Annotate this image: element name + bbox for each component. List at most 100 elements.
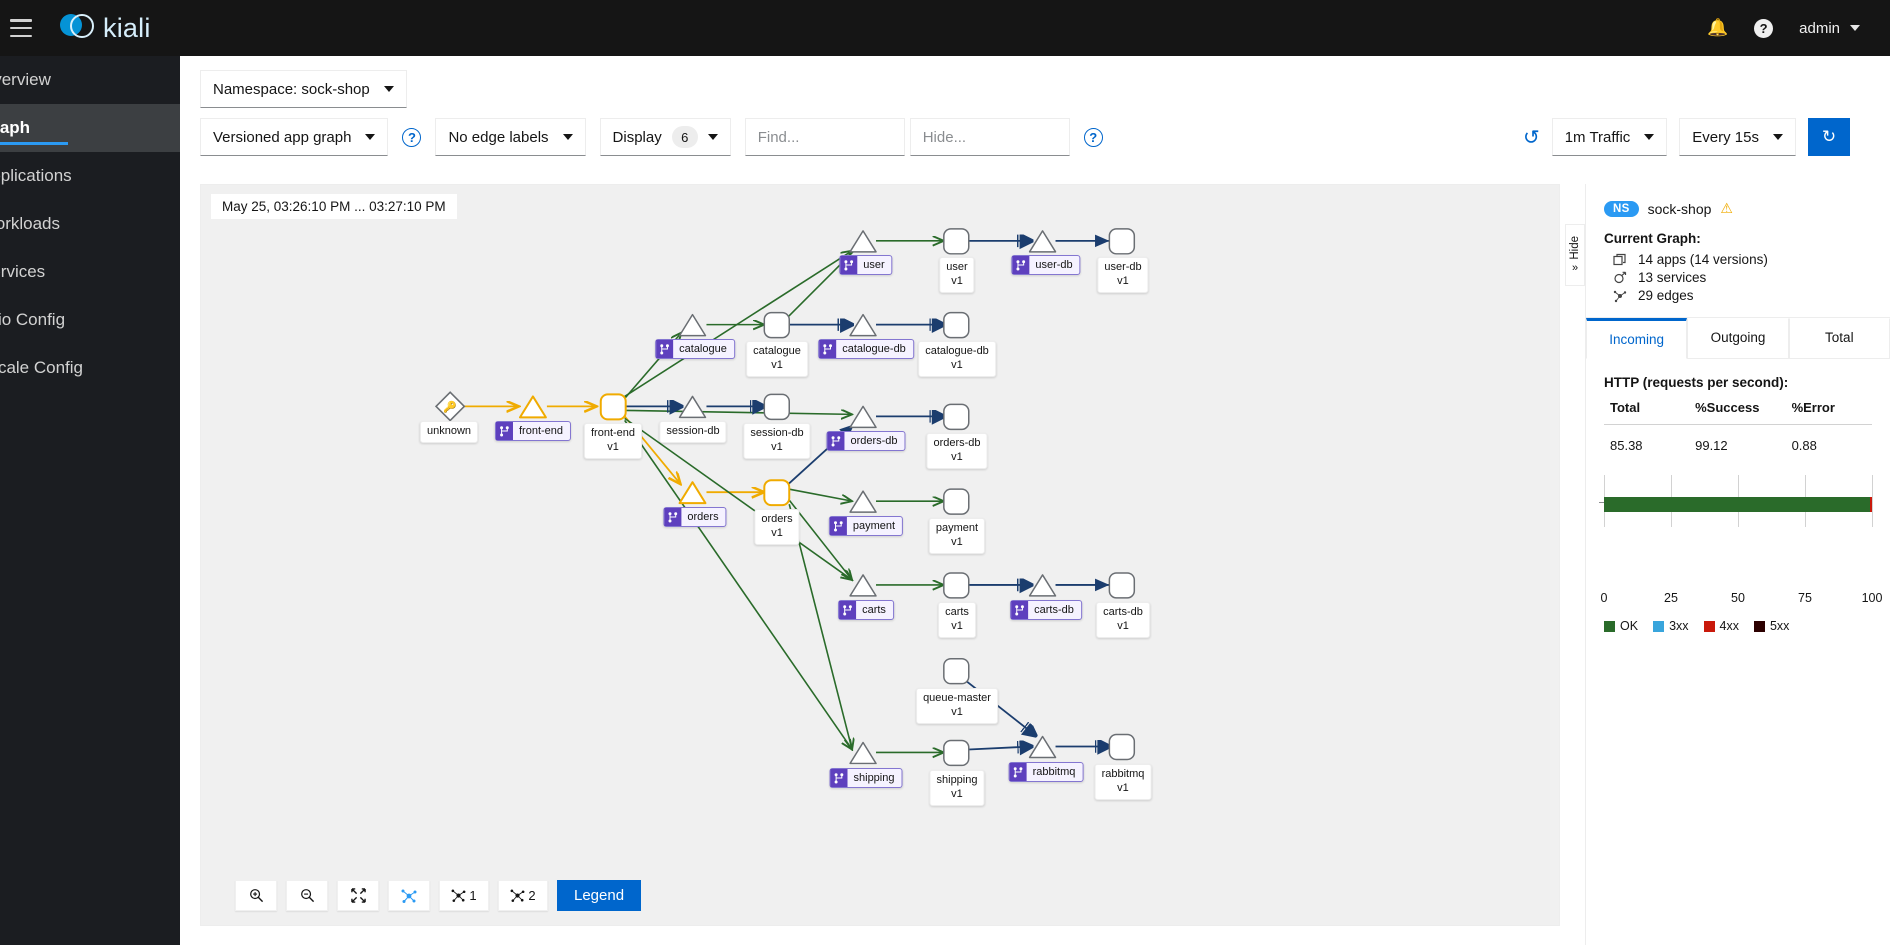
edges-icon <box>1612 289 1628 303</box>
node-label-session-db-service: session-db <box>659 421 727 443</box>
node-catalogue-v1[interactable] <box>763 311 790 339</box>
sidebar-item-applications[interactable]: Applications <box>0 152 180 200</box>
node-catalogue-db-v1[interactable] <box>943 311 970 339</box>
sidebar-navigation: Overview Graph Applications Workloads Se… <box>0 56 180 945</box>
graph-type-help-icon[interactable]: ? <box>402 127 422 147</box>
node-user-db-v1[interactable] <box>1108 228 1136 255</box>
edge-labels-label: No edge labels <box>448 128 549 146</box>
graph-timestamp: May 25, 03:26:10 PM ... 03:27:10 PM <box>211 194 457 219</box>
refresh-button[interactable]: ↻ <box>1808 118 1850 156</box>
node-label-shipping-v1: shipping v1 <box>929 770 985 806</box>
bell-icon[interactable]: 🔔 <box>1707 18 1728 38</box>
x-tick-label: 0 <box>1600 591 1608 605</box>
sidebar-item-overview[interactable]: Overview <box>0 56 180 104</box>
node-label-payment-service[interactable]: payment <box>828 516 904 536</box>
node-carts-service[interactable] <box>849 574 877 597</box>
tab-total[interactable]: Total <box>1788 318 1890 359</box>
node-label-catalogue-v1: catalogue v1 <box>746 341 808 377</box>
node-label-rabbitmq-service[interactable]: rabbitmq <box>1008 762 1084 782</box>
node-session-db-v1[interactable] <box>763 393 790 421</box>
hide-input[interactable] <box>909 118 1070 156</box>
display-selector[interactable]: Display 6 <box>599 118 731 156</box>
node-label-carts-db-service[interactable]: carts-db <box>1010 600 1082 620</box>
sidebar-item-services[interactable]: Services <box>0 248 180 296</box>
node-label-user-db-service[interactable]: user-db <box>1011 255 1081 275</box>
legend-label: 4xx <box>1719 619 1739 633</box>
node-front-end-v1[interactable] <box>599 393 627 421</box>
legend-item-5xx: 5xx <box>1753 619 1789 633</box>
hamburger-menu-icon[interactable] <box>10 19 32 37</box>
sidebar-item-istio-config[interactable]: Istio Config <box>0 296 180 344</box>
node-unknown[interactable]: 🔑 <box>434 391 466 422</box>
duration-selector[interactable]: 1m Traffic <box>1551 118 1668 156</box>
services-icon <box>1612 271 1628 285</box>
node-label-shipping-service[interactable]: shipping <box>829 768 903 788</box>
node-label-front-end-service[interactable]: front-end <box>494 421 572 441</box>
node-queue-master-v1[interactable] <box>943 657 970 685</box>
node-carts-db-v1[interactable] <box>1108 572 1136 599</box>
fit-to-screen-icon[interactable] <box>337 880 379 911</box>
column-header-error: %Error <box>1791 400 1872 425</box>
graph-layout-2-button[interactable]: 2 <box>498 880 548 911</box>
node-label-catalogue-db-service[interactable]: catalogue-db <box>818 339 914 359</box>
node-shipping-v1[interactable] <box>943 739 970 767</box>
node-label-orders-service[interactable]: orders <box>663 507 727 527</box>
table-row: 85.38 99.12 0.88 <box>1604 425 1872 453</box>
x-tick-label: 75 <box>1798 591 1812 605</box>
graph-layout-1-button[interactable]: 1 <box>439 880 489 911</box>
legend-swatch <box>1604 620 1615 632</box>
node-rabbitmq-v1[interactable] <box>1108 733 1136 761</box>
service-icon <box>1009 763 1027 781</box>
tab-outgoing[interactable]: Outgoing <box>1687 318 1789 359</box>
node-orders-db-service[interactable] <box>849 405 877 429</box>
node-payment-v1[interactable] <box>943 488 970 515</box>
service-icon <box>840 256 858 274</box>
node-label-carts-service[interactable]: carts <box>838 600 894 620</box>
zoom-in-icon[interactable] <box>235 880 277 911</box>
sidebar-item-3scale-config[interactable]: 3scale Config <box>0 344 180 392</box>
edge-labels-selector[interactable]: No edge labels <box>435 118 586 156</box>
find-hide-help-icon[interactable]: ? <box>1083 127 1103 147</box>
node-orders-service[interactable] <box>678 481 707 505</box>
sidebar-item-graph[interactable]: Graph <box>0 104 180 152</box>
zoom-out-icon[interactable] <box>286 880 328 911</box>
node-carts-v1[interactable] <box>943 572 970 599</box>
node-user-service[interactable] <box>849 230 877 253</box>
namespace-selector[interactable]: Namespace: sock-shop <box>200 70 407 108</box>
graph-layout-default-icon[interactable] <box>388 880 430 911</box>
node-user-db-service[interactable] <box>1028 230 1057 253</box>
node-catalogue-db-service[interactable] <box>849 313 877 337</box>
graph-type-selector[interactable]: Versioned app graph <box>200 118 389 156</box>
refresh-icon: ↻ <box>1821 127 1837 146</box>
find-input[interactable] <box>744 118 905 156</box>
node-label-catalogue-service[interactable]: catalogue <box>655 339 735 359</box>
node-orders-v1[interactable] <box>763 479 791 507</box>
warning-icon: ⚠ <box>1720 200 1733 216</box>
user-menu[interactable]: admin <box>1799 20 1860 37</box>
node-session-db-service[interactable] <box>678 395 707 419</box>
sidebar-item-workloads[interactable]: Workloads <box>0 200 180 248</box>
chevron-down-icon <box>365 134 376 140</box>
node-rabbitmq-service[interactable] <box>1028 735 1057 759</box>
graph-nodes[interactable]: 🔑 <box>434 228 1136 767</box>
node-catalogue-service[interactable] <box>678 313 707 337</box>
node-label-orders-v1: orders v1 <box>754 509 800 545</box>
node-user-v1[interactable] <box>943 228 970 255</box>
node-shipping-service[interactable] <box>849 741 877 765</box>
history-icon[interactable]: ↺ <box>1523 125 1540 150</box>
node-orders-db-v1[interactable] <box>943 403 970 431</box>
node-label-orders-db-service[interactable]: orders-db <box>826 431 906 451</box>
graph-type-label: Versioned app graph <box>213 128 352 146</box>
node-payment-service[interactable] <box>849 490 877 513</box>
node-label-user-service[interactable]: user <box>839 255 893 275</box>
refresh-interval-selector[interactable]: Every 15s <box>1679 118 1796 156</box>
node-carts-db-service[interactable] <box>1028 574 1057 597</box>
node-front-end-service[interactable] <box>518 395 547 419</box>
legend-button[interactable]: Legend <box>557 880 642 911</box>
tab-incoming[interactable]: Incoming <box>1586 318 1688 359</box>
help-icon[interactable]: ? <box>1754 18 1774 38</box>
http-status-bar-chart <box>1599 475 1873 537</box>
user-name: admin <box>1799 19 1840 37</box>
graph-canvas[interactable]: May 25, 03:26:10 PM ... 03:27:10 PM 🔑 un… <box>200 184 1560 926</box>
hide-side-panel-toggle[interactable]: Hide » <box>1565 224 1585 286</box>
